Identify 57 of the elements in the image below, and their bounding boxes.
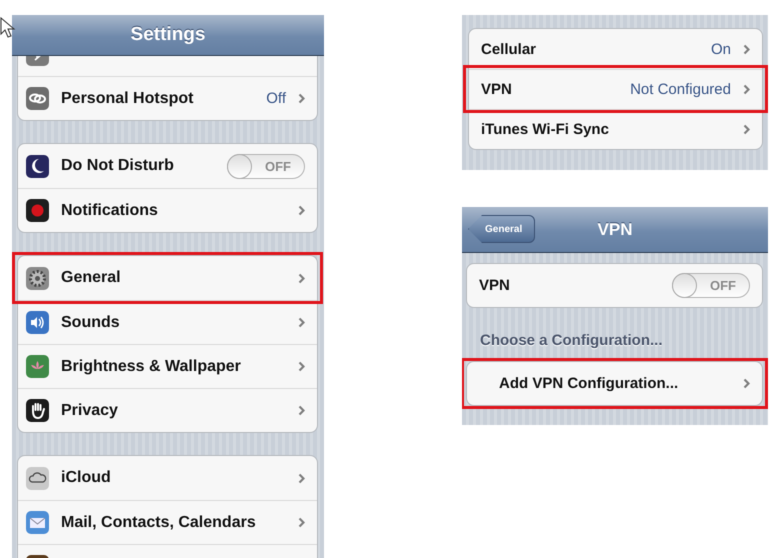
section-header: Choose a Configuration... (479, 331, 664, 351)
row-label: Add VPN Configuration... (498, 375, 680, 392)
settings-row[interactable]: iTunes Wi-Fi Sync (469, 109, 762, 149)
chevron-icon (298, 517, 305, 528)
hand-icon (26, 399, 49, 422)
chevron-icon (743, 378, 750, 389)
settings-row[interactable]: General (18, 256, 317, 300)
record-icon (26, 199, 49, 222)
cloud-icon (26, 466, 49, 490)
settings-row[interactable]: Mail, Contacts, Calendars (18, 500, 317, 544)
settings-row[interactable]: Do Not Disturb OFF (18, 144, 317, 188)
chevron-icon (298, 93, 305, 104)
settings-row[interactable]: Sounds (18, 300, 317, 344)
row-label: VPN (481, 81, 513, 98)
chevron-icon (298, 317, 305, 328)
envelope-icon (26, 511, 49, 534)
settings-row[interactable]: Personal Hotspot Off (18, 76, 317, 120)
speaker-icon (26, 311, 49, 334)
flower-icon (26, 355, 49, 378)
row-label: Do Not Disturb (61, 157, 175, 175)
settings-row[interactable]: iCloud (18, 456, 317, 500)
chevron-icon (298, 205, 305, 216)
moon-icon (26, 154, 49, 178)
screen-title: Settings (130, 24, 206, 46)
settings-row[interactable]: Privacy (18, 388, 317, 432)
row-label: Brightness & Wallpaper (61, 358, 242, 376)
mouse-pointer-icon (0, 17, 16, 39)
chevron-icon (298, 272, 305, 284)
row-value: Off (266, 90, 286, 107)
row-label: General (61, 269, 122, 287)
chevron-icon (298, 405, 305, 416)
settings-row[interactable]: Cellular On (469, 29, 762, 69)
settings-row[interactable]: Brightness & Wallpaper (18, 344, 317, 388)
row-label: Sounds (61, 314, 121, 332)
settings-row[interactable]: VPN Not Configured (469, 69, 762, 109)
gear-icon (26, 266, 49, 290)
row-label: iCloud (61, 469, 112, 487)
chevron-icon (743, 84, 750, 95)
back-button[interactable]: General (468, 215, 536, 243)
linked-rings-icon (26, 87, 49, 110)
settings-row[interactable]: Add VPN Configuration... (467, 362, 762, 405)
row-label: Notifications (61, 202, 159, 220)
row-value: On (710, 40, 731, 58)
row-label: Mail, Contacts, Calendars (61, 514, 257, 532)
row-label: Privacy (61, 402, 119, 420)
settings-row[interactable]: VPN OFF (467, 264, 762, 307)
chevron-icon (743, 44, 750, 54)
chevron-icon (298, 472, 305, 484)
row-value: Not Configured (630, 81, 731, 98)
chevron-icon (743, 124, 750, 135)
screen-title: VPN (598, 220, 632, 240)
row-label: Personal Hotspot (61, 90, 194, 108)
row-label: VPN (479, 277, 511, 294)
settings-row[interactable]: Notifications (18, 188, 317, 232)
chevron-icon (298, 361, 305, 372)
row-label: Cellular (481, 40, 538, 58)
row-label: iTunes Wi-Fi Sync (481, 121, 610, 138)
